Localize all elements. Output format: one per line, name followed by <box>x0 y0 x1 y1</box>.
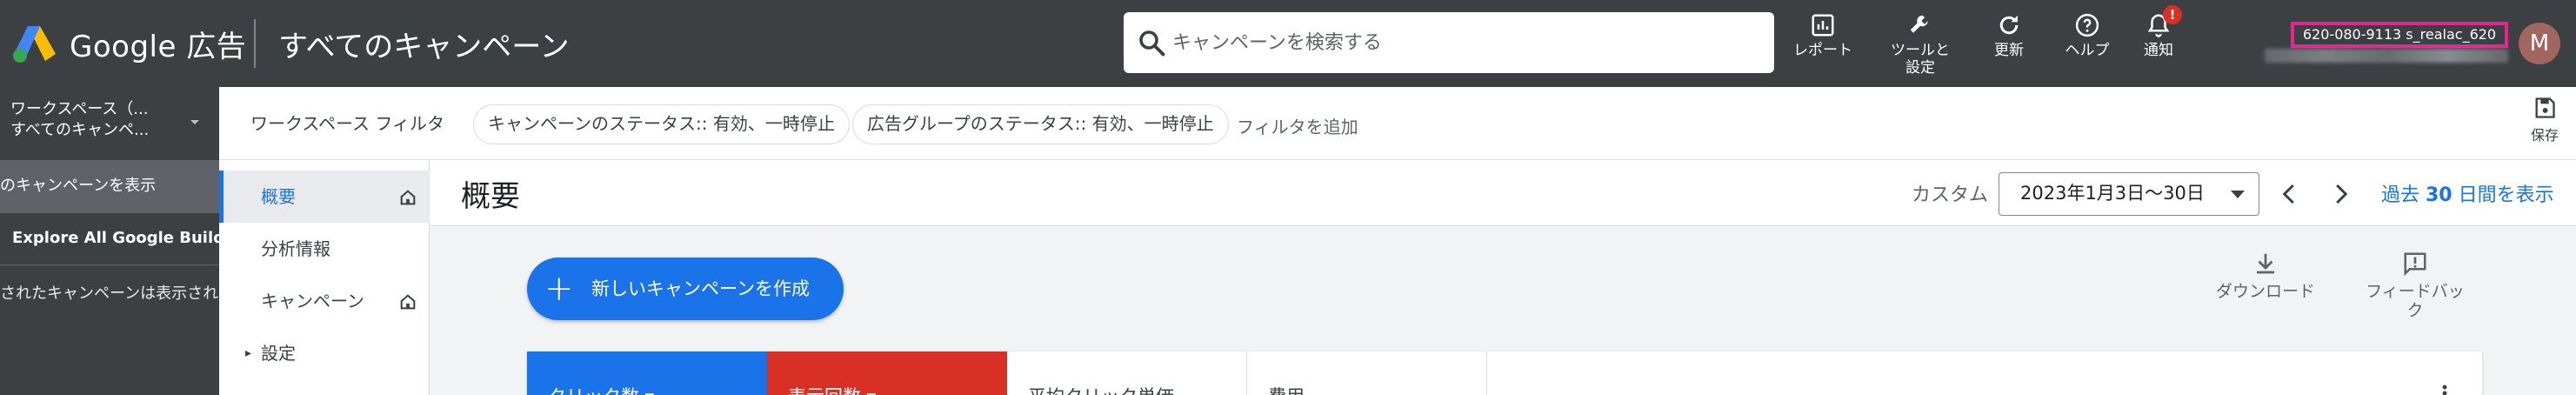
divider <box>0 264 219 265</box>
account-email-redacted <box>2265 49 2508 63</box>
scorecard-impressions[interactable]: 表示回数 ▾ <box>767 351 1007 395</box>
feedback-icon <box>2404 252 2426 277</box>
workspace-selector[interactable]: ワークスペース（... すべてのキャンペ... <box>0 87 219 160</box>
help-label: ヘルプ <box>2065 42 2110 59</box>
reports-button[interactable]: レポート <box>1790 12 1856 59</box>
feedback-button[interactable]: フィードバッ ク <box>2359 251 2472 320</box>
filter-bar: ワークスペース（... すべてのキャンペ... ワークスペース フィルタ キャン… <box>0 87 2576 160</box>
notifications-button[interactable]: ! 通知 <box>2126 5 2192 59</box>
add-filter-button[interactable]: フィルタを追加 <box>1237 113 1358 138</box>
menu-item-overview[interactable]: 概要 <box>219 171 430 223</box>
page-menu: 概要 分析情報 キャンペーン ▸ 設定 <box>219 160 430 395</box>
search-box[interactable] <box>1124 12 1774 73</box>
filter-chip-campaign-status[interactable]: キャンペーンのステータス:: 有効、一時停止 <box>473 104 850 144</box>
google-ads-logo-icon[interactable] <box>12 24 56 63</box>
explore-google-builds-item[interactable]: Explore All Google Builds <box>0 212 219 264</box>
hidden-campaigns-note: されたキャンペーンは表示され <box>0 285 219 303</box>
last30-suffix: 日間を表示 <box>2452 184 2554 206</box>
chevron-left-icon[interactable] <box>2277 181 2303 207</box>
menu-item-campaigns[interactable]: キャンペーン <box>219 275 430 327</box>
expand-caret-icon: ▸ <box>245 346 252 360</box>
date-range-type-label: カスタム <box>1912 184 1989 206</box>
avatar[interactable]: M <box>2519 23 2560 64</box>
brand-name[interactable]: Google 広告 <box>70 23 246 65</box>
download-icon <box>2257 253 2274 274</box>
feedback-label-line1: フィードバッ <box>2366 282 2465 301</box>
account-id[interactable]: 620-080-9113 s_realac_620 <box>2291 22 2508 48</box>
dropdown-arrow-icon <box>2231 191 2245 198</box>
tools-label-line2: 設定 <box>1905 59 1935 77</box>
reports-icon <box>1812 14 1834 37</box>
refresh-button[interactable]: 更新 <box>1976 12 2042 59</box>
search-input[interactable] <box>1172 12 1764 73</box>
download-label: ダウンロード <box>2215 282 2315 301</box>
more-vert-icon[interactable] <box>2442 385 2447 395</box>
home-icon <box>400 294 416 310</box>
help-icon <box>2075 13 2099 37</box>
campaign-tree-panel: のキャンペーンを表示 Explore All Google Builds された… <box>0 160 219 395</box>
tools-label-line1: ツールと <box>1891 42 1950 59</box>
menu-item-label: 概要 <box>261 186 296 207</box>
scorecard-cost[interactable]: 費用 <box>1247 351 1487 395</box>
chevron-down-icon <box>190 120 199 124</box>
date-range-select[interactable]: 2023年1月3日～30日 <box>1999 172 2259 216</box>
refresh-icon <box>1999 15 2019 35</box>
scorecard-avg-cpc[interactable]: 平均クリック単価 <box>1007 351 1247 395</box>
metric-scorecards: クリック数 ▾ 表示回数 ▾ 平均クリック単価 費用 <box>527 351 2482 395</box>
plus-icon: + <box>544 269 574 309</box>
overview-header: 概要 カスタム 2023年1月3日～30日 過去 30 日間を表示 <box>430 160 2576 226</box>
new-campaign-label: 新しいキャンペーンを作成 <box>591 278 810 299</box>
scorecard-clicks[interactable]: クリック数 ▾ <box>527 351 767 395</box>
filter-chip-adgroup-status[interactable]: 広告グループのステータス:: 有効、一時停止 <box>852 104 1229 144</box>
last30-prefix: 過去 <box>2381 184 2426 206</box>
tools-settings-button[interactable]: ツールと 設定 <box>1884 12 1957 77</box>
save-label: 保存 <box>2530 127 2559 144</box>
menu-item-settings[interactable]: ▸ 設定 <box>219 327 430 379</box>
menu-item-insights[interactable]: 分析情報 <box>219 223 430 275</box>
view-last-30-days-link[interactable]: 過去 30 日間を表示 <box>2381 179 2554 207</box>
new-campaign-button[interactable]: + 新しいキャンペーンを作成 <box>527 258 844 320</box>
last30-number: 30 <box>2426 184 2453 206</box>
page-title: 概要 <box>461 179 520 214</box>
menu-item-label: 分析情報 <box>261 238 330 259</box>
show-campaigns-item[interactable]: のキャンペーンを表示 <box>0 160 219 212</box>
search-icon <box>1136 27 1167 58</box>
workspace-filter-label: ワークスペース フィルタ <box>250 113 444 134</box>
chevron-right-icon[interactable] <box>2327 181 2353 207</box>
save-icon <box>2535 97 2555 118</box>
menu-item-label: キャンペーン <box>261 291 364 311</box>
reports-label: レポート <box>1793 42 1852 59</box>
brand-divider <box>254 19 256 68</box>
home-icon <box>400 190 416 205</box>
menu-item-label: 設定 <box>261 343 296 364</box>
notifications-label: 通知 <box>2144 42 2173 59</box>
notification-badge: ! <box>2163 5 2182 24</box>
download-button[interactable]: ダウンロード <box>2209 251 2322 301</box>
help-button[interactable]: ヘルプ <box>2054 12 2120 59</box>
date-range-value: 2023年1月3日～30日 <box>2020 183 2205 204</box>
top-bar: Google 広告 すべてのキャンペーン レポート ツールと 設定 更新 ヘルプ… <box>0 0 2576 87</box>
refresh-label: 更新 <box>1994 42 2024 59</box>
wrench-icon <box>1910 15 1928 33</box>
feedback-label-line2: ク <box>2406 301 2424 320</box>
save-button[interactable]: 保存 <box>2520 96 2569 144</box>
page-heading: すべてのキャンペーン <box>278 30 570 64</box>
